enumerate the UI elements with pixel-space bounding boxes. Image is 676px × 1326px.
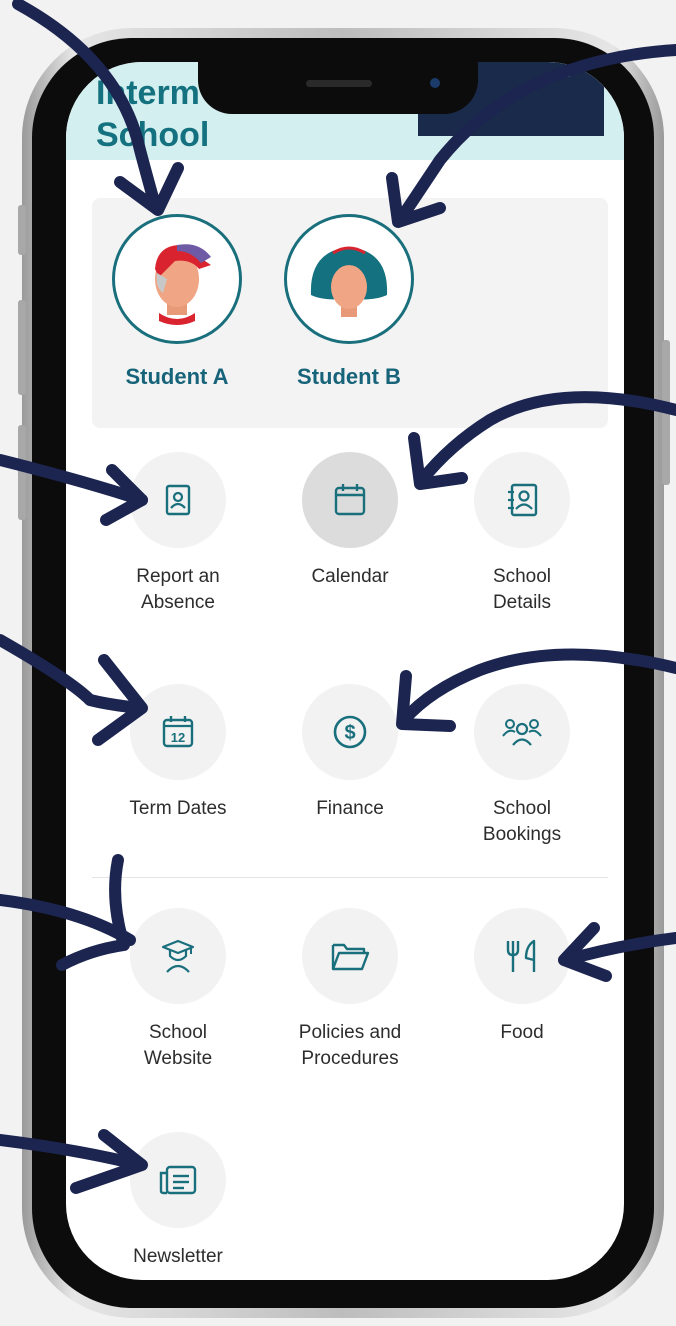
boy-avatar-icon bbox=[155, 244, 211, 325]
header-badge-text: m bbox=[560, 68, 570, 80]
tile-report-absence[interactable]: Report an Absence bbox=[92, 452, 264, 616]
tile-school-bookings-label: School Bookings bbox=[482, 798, 562, 845]
tile-newsletter[interactable]: Newsletter bbox=[92, 1132, 264, 1270]
newspaper-icon bbox=[159, 1165, 197, 1195]
calendar-icon bbox=[334, 484, 366, 516]
tile-finance-label: Finance bbox=[316, 798, 384, 819]
tile-school-details-circle[interactable] bbox=[474, 452, 570, 548]
folder-icon bbox=[331, 943, 370, 971]
school-name-line1: Interm bbox=[96, 74, 200, 112]
student-b-avatar[interactable] bbox=[284, 214, 414, 344]
tile-school-bookings-circle[interactable] bbox=[474, 684, 570, 780]
tile-finance-circle[interactable]: $ bbox=[302, 684, 398, 780]
tile-policies-procedures[interactable]: Policies and Procedures bbox=[264, 908, 436, 1072]
front-camera bbox=[430, 78, 440, 88]
calendar-12-icon: 12 bbox=[162, 716, 194, 748]
dollar-sign-text: $ bbox=[344, 722, 355, 744]
tile-newsletter-label: Newsletter bbox=[133, 1246, 223, 1267]
tile-school-website[interactable]: School Website bbox=[92, 908, 264, 1072]
student-a-name[interactable]: Student A bbox=[107, 364, 247, 390]
volume-down-button bbox=[18, 425, 26, 520]
calendar-12-text: 12 bbox=[171, 730, 185, 745]
tile-calendar[interactable]: Calendar bbox=[264, 452, 436, 590]
tile-policies-procedures-circle[interactable] bbox=[302, 908, 398, 1004]
speaker-grille bbox=[306, 80, 372, 87]
girl-avatar-icon bbox=[310, 246, 388, 317]
tile-report-absence-label: Report an Absence bbox=[136, 566, 220, 613]
section-divider bbox=[92, 877, 608, 878]
student-b[interactable]: Student B bbox=[279, 214, 419, 390]
tile-food-label: Food bbox=[500, 1022, 544, 1043]
student-a-avatar[interactable] bbox=[112, 214, 242, 344]
mute-switch bbox=[18, 205, 26, 255]
tile-newsletter-circle[interactable] bbox=[130, 1132, 226, 1228]
tile-food[interactable]: Food bbox=[436, 908, 608, 1046]
id-badge-icon bbox=[165, 484, 191, 516]
tile-school-details-label: School Details bbox=[492, 566, 552, 613]
tile-term-dates-circle[interactable]: 12 bbox=[130, 684, 226, 780]
dollar-icon: $ bbox=[333, 715, 367, 749]
tile-policies-procedures-label: Policies and Procedures bbox=[298, 1022, 402, 1069]
tile-term-dates-label: Term Dates bbox=[129, 798, 227, 819]
power-button bbox=[662, 340, 670, 485]
students-card: Student A Student B bbox=[92, 198, 608, 428]
phone-notch bbox=[198, 58, 478, 114]
graduate-icon bbox=[161, 939, 195, 973]
phone-screen: Interm School m Student A Student B Repo… bbox=[66, 62, 624, 1280]
group-icon bbox=[502, 719, 542, 746]
volume-up-button bbox=[18, 300, 26, 395]
tile-term-dates[interactable]: 12 Term Dates bbox=[92, 684, 264, 822]
tile-school-bookings[interactable]: School Bookings bbox=[436, 684, 608, 848]
tile-calendar-label: Calendar bbox=[311, 566, 389, 587]
fork-knife-icon bbox=[506, 939, 536, 972]
school-name-line2: School bbox=[96, 116, 210, 154]
contact-book-icon bbox=[508, 483, 538, 517]
student-b-name[interactable]: Student B bbox=[279, 364, 419, 390]
tile-finance[interactable]: $ Finance bbox=[264, 684, 436, 822]
tile-report-absence-circle[interactable] bbox=[130, 452, 226, 548]
student-a[interactable]: Student A bbox=[107, 214, 247, 390]
tile-school-website-label: School Website bbox=[143, 1022, 213, 1069]
tile-school-details[interactable]: School Details bbox=[436, 452, 608, 616]
school-name: Interm School bbox=[96, 72, 209, 156]
tile-school-website-circle[interactable] bbox=[130, 908, 226, 1004]
tile-food-circle[interactable] bbox=[474, 908, 570, 1004]
tile-calendar-circle[interactable] bbox=[302, 452, 398, 548]
